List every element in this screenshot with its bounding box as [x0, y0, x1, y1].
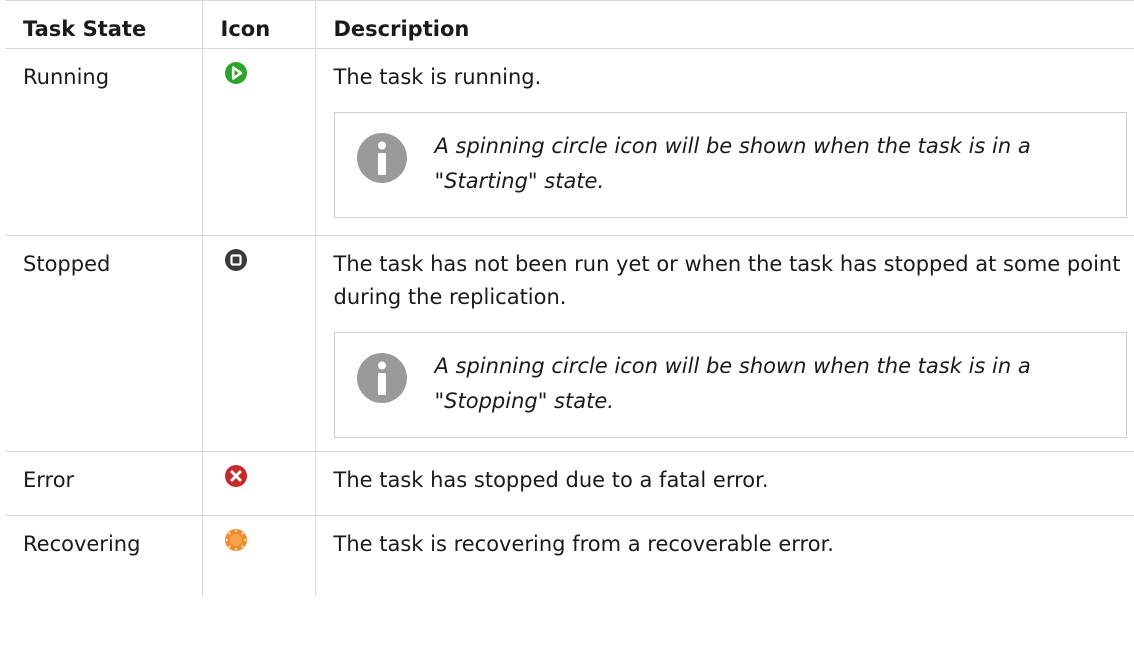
state-cell: Stopped — [5, 235, 203, 452]
description-text: The task is running. — [333, 65, 542, 89]
description-cell: The task has stopped due to a fatal erro… — [314, 451, 1134, 516]
note-box: A spinning circle icon will be shown whe… — [333, 112, 1127, 218]
note-text: A spinning circle icon will be shown whe… — [434, 354, 1031, 413]
description-text: The task has stopped due to a fatal erro… — [333, 468, 769, 492]
icon-cell — [201, 48, 316, 236]
state-cell: Error — [5, 451, 203, 516]
description-text: The task has not been run yet or when th… — [333, 252, 1121, 309]
info-icon — [356, 133, 407, 183]
state-cell: Running — [5, 48, 203, 236]
description-text: The task is recovering from a recoverabl… — [333, 532, 834, 556]
note-text: A spinning circle icon will be shown whe… — [434, 134, 1031, 193]
table-row-recovering: Recovering The task is recovering from a… — [5, 515, 1134, 596]
icon-cell — [201, 235, 316, 452]
icon-cell — [201, 515, 316, 596]
description-cell: The task is recovering from a recoverabl… — [314, 515, 1134, 596]
note-box: A spinning circle icon will be shown whe… — [333, 332, 1127, 438]
task-state-table: Task State Icon Description Running The … — [5, 0, 1134, 596]
info-icon — [356, 353, 407, 403]
table-row-stopped: Stopped The task has not been run yet or… — [5, 235, 1134, 452]
state-cell: Recovering — [5, 515, 203, 596]
header-description: Description — [314, 0, 1134, 49]
icon-cell — [201, 451, 316, 516]
table-row-running: Running The task is running. A spinning … — [5, 48, 1134, 236]
recovering-sun-icon — [224, 529, 247, 551]
table-header-row: Task State Icon Description — [5, 0, 1134, 49]
stopped-square-icon — [224, 249, 247, 271]
error-x-icon — [224, 465, 247, 487]
description-cell: The task has not been run yet or when th… — [314, 235, 1134, 452]
description-cell: The task is running. A spinning circle i… — [314, 48, 1134, 236]
table-row-error: Error The task has stopped due to a fata… — [5, 451, 1134, 516]
running-play-icon — [224, 62, 247, 84]
header-task-state: Task State — [5, 0, 203, 49]
header-icon: Icon — [201, 0, 316, 49]
